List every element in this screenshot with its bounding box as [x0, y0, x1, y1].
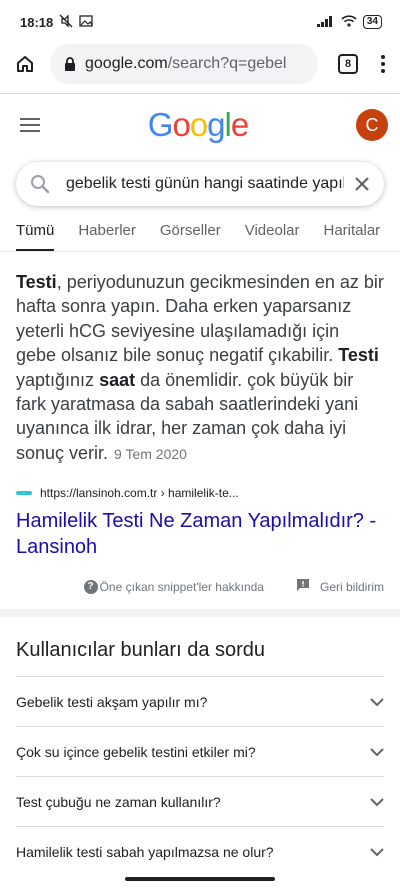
gesture-nav-handle[interactable]: [125, 877, 275, 881]
snippet-part-2: yaptığınız: [16, 369, 100, 390]
logo-letter: o: [189, 106, 208, 143]
snippet-footer: ? Öne çıkan snippet'ler hakkında Geri bi…: [16, 578, 384, 595]
browser-toolbar: google.com/search?q=gebel 8: [0, 44, 400, 84]
status-time: 18:18: [20, 14, 54, 30]
search-icon[interactable]: [30, 174, 50, 194]
result-title-link[interactable]: Hamilelik Testi Ne Zaman Yapılmalıdır? -…: [16, 508, 384, 560]
result-source[interactable]: https://lansinoh.com.tr › hamilelik-te..…: [16, 486, 384, 500]
paa-question-text: Test çubuğu ne zaman kullanılır?: [16, 793, 221, 810]
feedback-icon: [296, 578, 310, 595]
paa-question-text: Çok su içince gebelik testini etkiler mi…: [16, 743, 256, 760]
snippet-text: Testi, periyodunuzun gecikmesinden en az…: [16, 270, 384, 466]
tab-news[interactable]: Haberler: [78, 220, 136, 251]
clear-icon[interactable]: [354, 176, 370, 192]
home-icon[interactable]: [14, 53, 36, 75]
paa-question[interactable]: Test çubuğu ne zaman kullanılır?: [16, 776, 384, 826]
chevron-down-icon: [370, 794, 384, 810]
wifi-icon: [341, 14, 357, 30]
search-box: [16, 162, 384, 206]
hamburger-menu-icon[interactable]: [20, 118, 40, 132]
feedback-link[interactable]: Geri bildirim: [296, 578, 384, 595]
search-input[interactable]: [66, 175, 344, 193]
tab-all[interactable]: Tümü: [16, 220, 55, 251]
paa-question-text: Gebelik testi akşam yapılır mı?: [16, 693, 208, 710]
address-bar[interactable]: google.com/search?q=gebel: [50, 44, 318, 84]
paa-title: Kullanıcılar bunları da sordu: [16, 639, 266, 662]
search-tabs: Tümü Haberler Görseller Videolar Harital…: [0, 220, 400, 252]
people-also-ask: Kullanıcılar bunları da sordu Gebelik te…: [0, 617, 400, 876]
help-icon: ?: [83, 579, 98, 594]
signal-icon: [316, 15, 335, 30]
about-snippets-label: Öne çıkan snippet'ler hakkında: [99, 579, 264, 594]
url-path: /search?q=gebel: [167, 55, 287, 72]
paa-question[interactable]: Çok su içince gebelik testini etkiler mi…: [16, 726, 384, 776]
site-favicon-icon: [16, 491, 32, 496]
logo-letter: e: [230, 106, 249, 143]
tab-images[interactable]: Görseller: [160, 220, 221, 251]
paa-question[interactable]: Hamilelik testi sabah yapılmazsa ne olur…: [16, 826, 384, 876]
logo-letter: g: [207, 106, 225, 143]
chevron-down-icon: [370, 694, 384, 710]
account-avatar[interactable]: C: [355, 109, 388, 141]
mute-icon: [59, 13, 73, 31]
paa-question[interactable]: Gebelik testi akşam yapılır mı?: [16, 676, 384, 726]
snippet-part-1: , periyodunuzun gecikmesinden en az bir …: [16, 272, 384, 366]
featured-snippet: Testi, periyodunuzun gecikmesinden en az…: [0, 252, 400, 595]
about-snippets-link[interactable]: ? Öne çıkan snippet'ler hakkında: [83, 579, 264, 594]
status-bar: 18:18 34: [0, 0, 400, 44]
paa-question-text: Hamilelik testi sabah yapılmazsa ne olur…: [16, 843, 274, 860]
tab-videos[interactable]: Videolar: [245, 220, 300, 251]
source-url: https://lansinoh.com.tr › hamilelik-te..…: [40, 486, 239, 501]
more-menu-icon[interactable]: [374, 55, 392, 73]
feedback-label: Geri bildirim: [319, 579, 384, 594]
snippet-bold-1: Testi: [16, 272, 57, 292]
snippet-bold-2: Testi: [338, 345, 379, 366]
snippet-bold-3: saat: [99, 369, 136, 390]
gallery-icon: [79, 14, 93, 31]
url-host: google.com: [85, 55, 168, 72]
tab-switcher-button[interactable]: 8: [338, 54, 358, 74]
logo-letter: o: [172, 106, 190, 143]
lock-icon: [64, 56, 76, 72]
logo-letter: G: [147, 106, 174, 143]
chevron-down-icon: [370, 844, 384, 860]
google-header: Google C: [0, 94, 400, 156]
snippet-date: 9 Tem 2020: [114, 445, 187, 462]
url-text: google.com/search?q=gebel: [85, 55, 286, 73]
google-logo[interactable]: Google: [147, 106, 249, 144]
chevron-down-icon: [370, 744, 384, 760]
battery-indicator: 34: [362, 15, 382, 29]
tab-maps[interactable]: Haritalar: [324, 220, 381, 251]
section-separator: [0, 609, 400, 618]
